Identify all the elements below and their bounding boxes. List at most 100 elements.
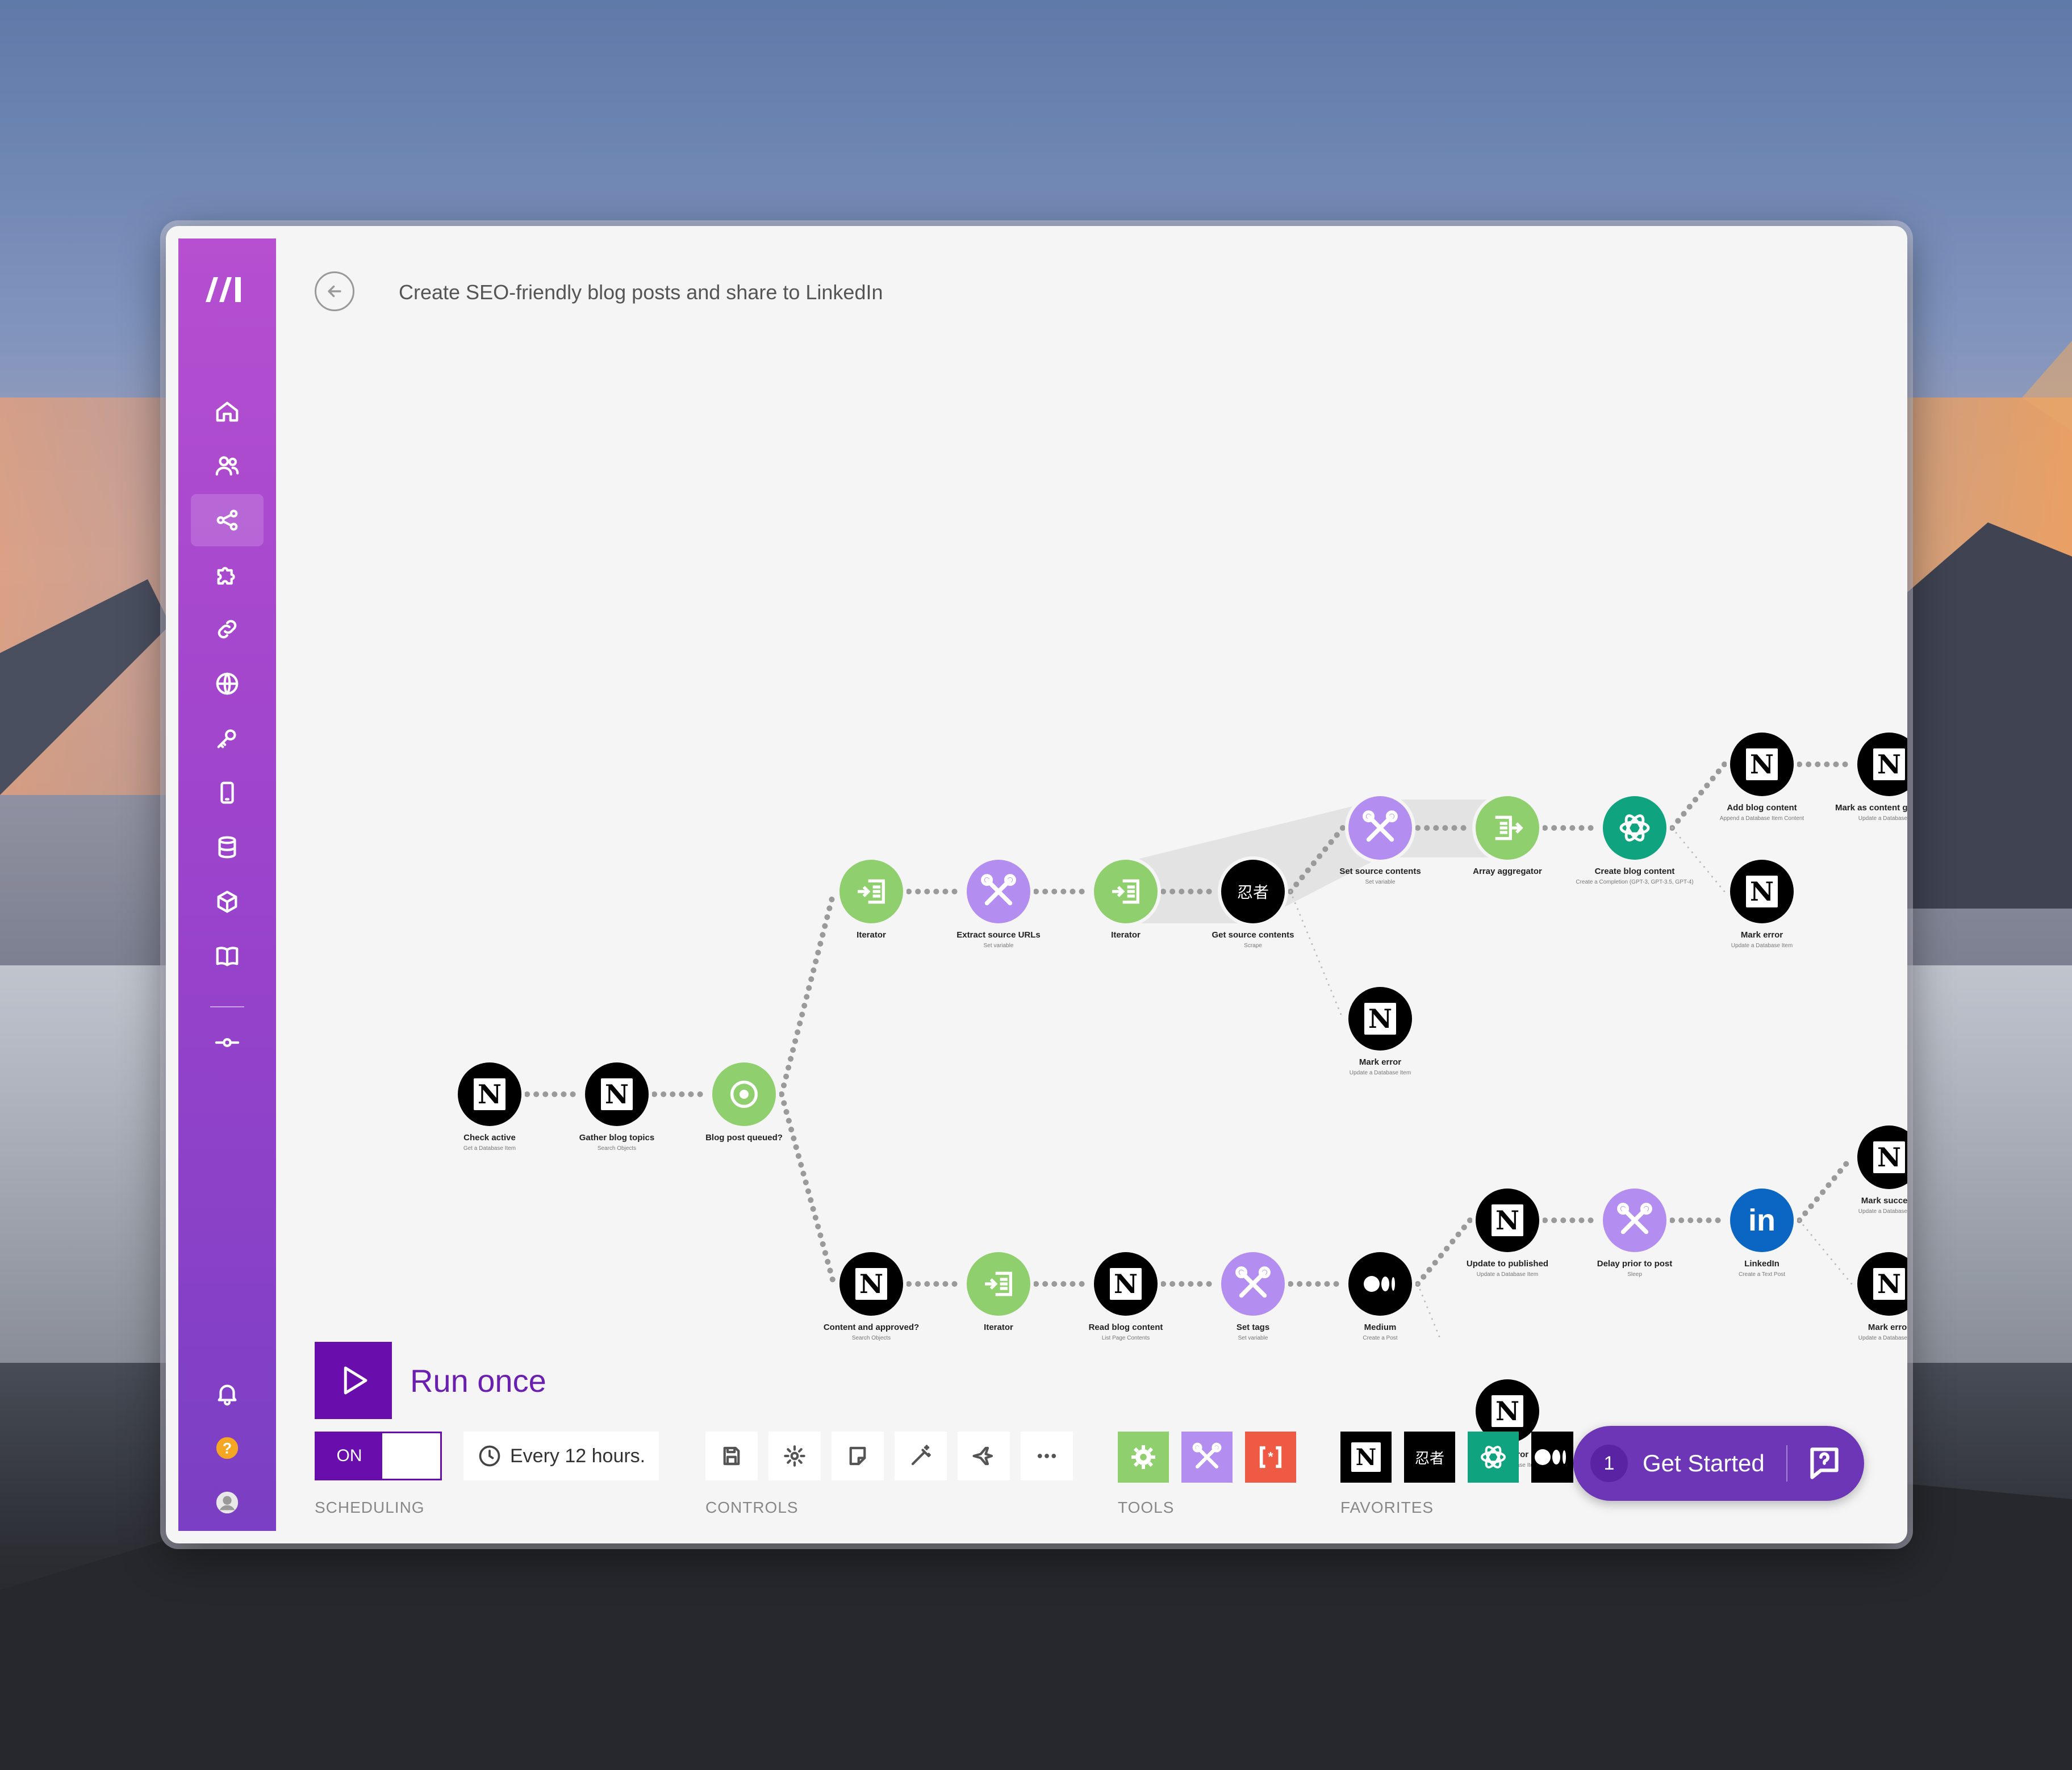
module-label: Add blog content — [1727, 803, 1797, 813]
explain-flow-button[interactable] — [958, 1432, 1010, 1480]
module-get-source-contents[interactable]: 忍者 Get source contents Scrape — [1185, 860, 1321, 973]
sidebar-item-connections[interactable] — [191, 603, 264, 655]
module-mark-error-2[interactable]: N Mark error Update a Database Item — [1312, 987, 1448, 1101]
module-update-to-published[interactable]: N Update to published Update a Database It… — [1439, 1189, 1576, 1302]
module-bubble[interactable] — [1603, 796, 1666, 860]
sidebar-item-webhooks[interactable] — [191, 658, 264, 710]
arrow-left-icon — [328, 285, 341, 298]
module-sublabel: Set variable — [983, 943, 1014, 949]
sidebar-item-docs[interactable] — [191, 930, 264, 982]
tool-text-parser[interactable]: * — [1245, 1432, 1296, 1483]
tool-tools[interactable] — [1181, 1432, 1233, 1483]
run-once-label[interactable]: Run once — [410, 1362, 546, 1399]
module-check-active[interactable]: N Check active Get a Database Item — [421, 1062, 558, 1176]
sidebar-item-datastructures[interactable] — [191, 876, 264, 928]
auto-align-button[interactable] — [895, 1432, 947, 1480]
module-sublabel: Create a Post — [1363, 1335, 1398, 1341]
sidebar-item-home[interactable] — [191, 386, 264, 438]
scenario-canvas[interactable]: N Check active Get a Database Item N Gather … — [276, 328, 1907, 1468]
module-bubble[interactable]: N — [1348, 987, 1412, 1051]
module-extract-source-urls[interactable]: Extract source URLs Set variable — [930, 860, 1067, 973]
sidebar-item-flow[interactable] — [191, 1016, 264, 1069]
module-mark-error-1[interactable]: N Mark error Update a Database Item — [1694, 860, 1830, 973]
sidebar-item-keys[interactable] — [191, 712, 264, 764]
sidebar-item-datastores[interactable] — [191, 821, 264, 873]
sidebar-item-profile[interactable] — [191, 1476, 264, 1529]
sidebar-item-notifications[interactable] — [191, 1367, 264, 1420]
module-bubble[interactable]: in — [1730, 1189, 1794, 1252]
module-bubble[interactable] — [1603, 1189, 1666, 1252]
share-nodes-icon — [216, 509, 238, 531]
module-bubble[interactable]: N — [839, 1252, 903, 1316]
module-bubble[interactable]: N — [585, 1062, 649, 1126]
module-gather-blog-topics[interactable]: N Gather blog topics Search Objects — [549, 1062, 685, 1176]
module-create-blog-content[interactable]: Create blog content Create a Completion (… — [1566, 796, 1703, 910]
module-label: Delay prior to post — [1597, 1259, 1673, 1269]
more-button[interactable] — [1021, 1432, 1073, 1480]
module-bubble[interactable]: N — [1730, 733, 1794, 796]
sidebar-item-devices[interactable] — [191, 767, 264, 819]
module-sublabel: Update a Database Item — [1858, 815, 1907, 822]
module-iterator-2[interactable]: Iterator — [1058, 860, 1194, 973]
run-once-button[interactable] — [315, 1342, 392, 1419]
module-array-aggregator[interactable]: Array aggregator — [1439, 796, 1576, 910]
module-sublabel: Update a Database Item — [1858, 1208, 1907, 1215]
module-iterator-1[interactable]: Iterator — [803, 860, 939, 973]
favorite-openai[interactable] — [1468, 1432, 1519, 1483]
aggregator-icon — [1495, 815, 1523, 840]
tool-flow-control[interactable] — [1118, 1432, 1169, 1483]
module-bubble[interactable] — [1348, 1252, 1412, 1316]
sidebar-item-scenarios[interactable] — [191, 494, 264, 546]
module-set-source-contents[interactable]: Set source contents Set variable — [1312, 796, 1448, 910]
module-bubble[interactable] — [712, 1062, 776, 1126]
chat-help-icon — [1810, 1447, 1839, 1479]
save-icon — [723, 1446, 740, 1466]
module-linkedin[interactable]: in LinkedIn Create a Text Post — [1694, 1189, 1830, 1302]
module-bubble[interactable] — [967, 1252, 1030, 1316]
make-logo[interactable] — [198, 267, 257, 312]
back-button[interactable] — [315, 271, 354, 311]
module-label: Array aggregator — [1473, 867, 1542, 876]
module-bubble[interactable] — [839, 860, 903, 923]
notes-button[interactable] — [832, 1432, 884, 1480]
sidebar-item-team[interactable] — [191, 440, 264, 492]
module-bubble[interactable]: N — [1094, 1252, 1158, 1316]
ellipsis-icon — [1037, 1454, 1056, 1458]
module-bubble[interactable]: N — [1476, 1189, 1539, 1252]
module-mark-success[interactable]: N Mark success Update a Database Item — [1821, 1125, 1907, 1239]
module-bubble[interactable] — [967, 860, 1030, 923]
module-mark-as-content-generated[interactable]: N Mark as content generated Update a Datab… — [1821, 733, 1907, 846]
module-blog-post-queued[interactable]: Blog post queued? — [676, 1062, 812, 1176]
module-label: Create blog content — [1594, 867, 1675, 876]
favorite-notion[interactable]: N — [1340, 1432, 1392, 1483]
get-started-count: 1 — [1590, 1445, 1628, 1482]
sidebar-divider — [210, 1006, 244, 1007]
module-bubble[interactable]: N — [458, 1062, 521, 1126]
module-bubble[interactable] — [1348, 796, 1412, 860]
commit-icon — [215, 1038, 240, 1047]
openai-icon — [1481, 1446, 1506, 1468]
wrench-cross-icon — [1617, 1203, 1652, 1235]
settings-button[interactable] — [768, 1432, 821, 1480]
get-started-button[interactable]: 1 Get Started — [1573, 1426, 1864, 1501]
module-label: Mark as content generated — [1835, 803, 1907, 813]
module-bubble[interactable] — [1094, 860, 1158, 923]
module-bubble[interactable] — [1476, 796, 1539, 860]
save-button[interactable] — [705, 1432, 758, 1480]
sidebar-item-apps[interactable] — [191, 549, 264, 601]
module-bubble[interactable] — [1221, 1252, 1285, 1316]
module-bubble[interactable]: N — [1730, 860, 1794, 923]
sidebar-item-help[interactable]: ? — [191, 1422, 264, 1474]
favorite-ninja[interactable]: 忍者 — [1404, 1432, 1455, 1483]
globe-icon — [216, 672, 239, 695]
scheduling-toggle[interactable]: ON — [315, 1432, 442, 1480]
module-add-blog-content[interactable]: N Add blog content Append a Database Item … — [1694, 733, 1830, 846]
schedule-setting[interactable]: Every 12 hours. — [463, 1432, 659, 1480]
module-delay-prior-to-post[interactable]: Delay prior to post Sleep — [1566, 1189, 1703, 1302]
svg-text:?: ? — [223, 1440, 232, 1457]
module-bubble[interactable]: 忍者 — [1221, 860, 1285, 923]
bottom-toolbar: Run once ON Every 12 hours. SCHEDULING C… — [315, 1342, 1894, 1535]
module-label: Iterator — [1111, 930, 1141, 940]
favorite-medium[interactable] — [1531, 1432, 1573, 1483]
ninja-icon: 忍者 — [1414, 1450, 1444, 1467]
